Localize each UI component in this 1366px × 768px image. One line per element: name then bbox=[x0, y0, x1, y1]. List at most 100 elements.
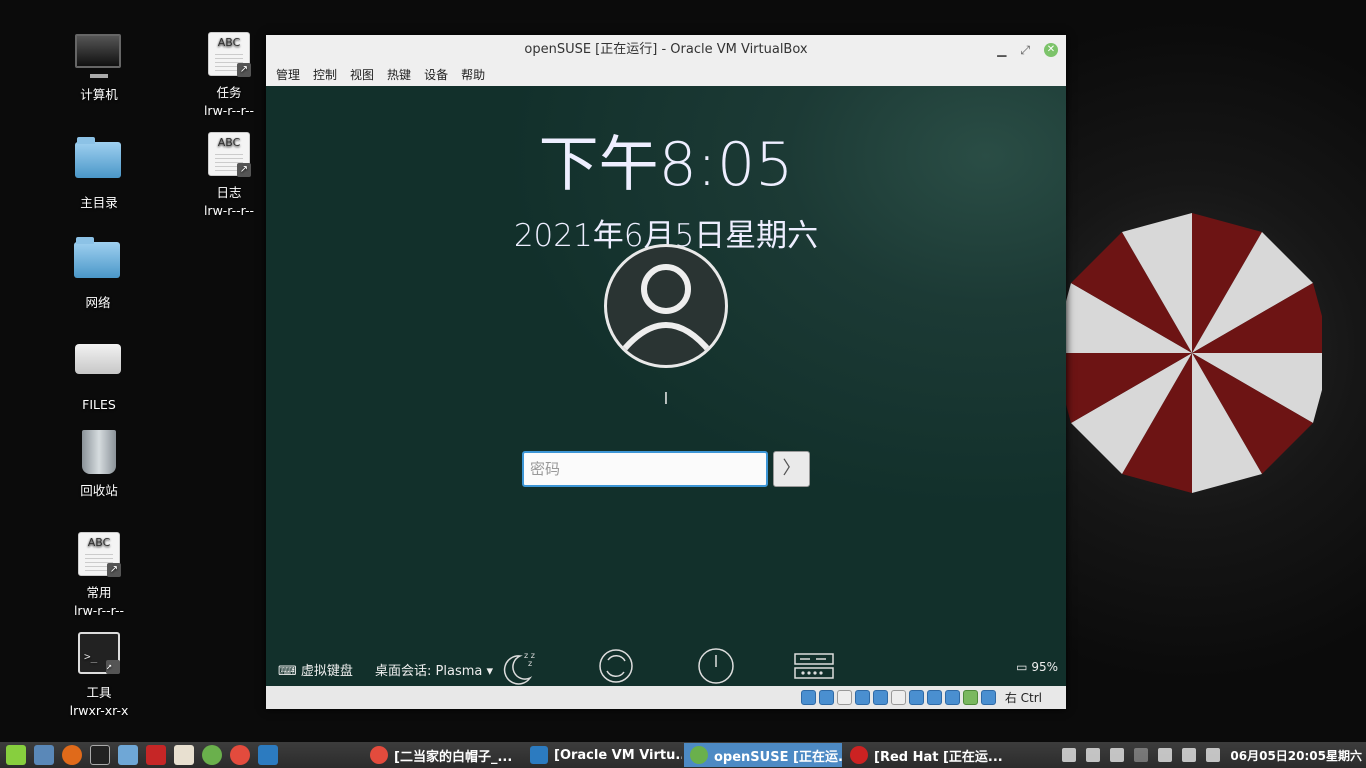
mint-menu-icon[interactable] bbox=[6, 745, 26, 765]
files-icon[interactable] bbox=[118, 745, 138, 765]
close-button[interactable]: ✕ bbox=[1044, 43, 1058, 57]
wifi-icon[interactable] bbox=[1158, 748, 1173, 762]
task-opensuse[interactable]: openSUSE [正在运... bbox=[684, 743, 842, 767]
desktop-icon-label: 网络 bbox=[85, 295, 111, 310]
trash-icon bbox=[75, 430, 123, 478]
opensuse-vm-icon[interactable] bbox=[202, 745, 222, 765]
battery-icon[interactable] bbox=[1206, 748, 1221, 762]
login-bottom-bar: ⌨ 虚拟键盘 桌面会话: Plasma ▾ z z z ▭ 95% bbox=[266, 646, 1066, 686]
java-icon[interactable] bbox=[174, 745, 194, 765]
input-method-icon[interactable] bbox=[1086, 748, 1101, 762]
restart-icon[interactable] bbox=[596, 646, 636, 686]
task-virtualbox-manager[interactable]: [Oracle VM Virtu... bbox=[524, 743, 682, 767]
window-titlebar[interactable]: openSUSE [正在运行] - Oracle VM VirtualBox ▁… bbox=[266, 35, 1066, 65]
menu-view[interactable]: 视图 bbox=[350, 65, 374, 86]
virtual-keyboard-button[interactable]: ⌨ 虚拟键盘 bbox=[278, 660, 353, 679]
system-tray: 06月05日20:05星期六 bbox=[1062, 742, 1362, 768]
desktop-icon-permissions: lrw-r--r-- bbox=[73, 603, 125, 618]
chevron-down-icon: ▾ bbox=[486, 664, 494, 679]
shutdown-icon[interactable] bbox=[696, 646, 736, 686]
audio-icon[interactable] bbox=[836, 690, 852, 705]
redhat-vm-icon bbox=[850, 746, 868, 764]
desktop-icon-permissions: lrw-r--r-- bbox=[203, 103, 255, 118]
desktop-icon-common[interactable]: ABC ↗ 常用 lrw-r--r-- bbox=[59, 532, 139, 620]
video-capture-icon[interactable] bbox=[926, 690, 942, 705]
virtualbox-icon bbox=[530, 746, 548, 764]
chrome-icon[interactable] bbox=[230, 745, 250, 765]
menu-help[interactable]: 帮助 bbox=[461, 65, 485, 86]
shared-folders-icon[interactable] bbox=[890, 690, 906, 705]
desktop-icon-log[interactable]: ABC ↗ 日志 lrw-r--r-- bbox=[189, 132, 269, 220]
menu-machine[interactable]: 管理 bbox=[276, 65, 300, 86]
text-file-icon: ABC ↗ bbox=[205, 32, 253, 80]
drive-icon bbox=[75, 344, 123, 392]
desktop-icon-label: 计算机 bbox=[80, 87, 118, 102]
usb-icon[interactable] bbox=[872, 690, 888, 705]
desktop-icon-label: 日志 bbox=[216, 185, 242, 200]
host-key-label: 右 Ctrl bbox=[1004, 691, 1042, 705]
desktop-icon-label: 常用 bbox=[86, 585, 112, 600]
network-icon[interactable] bbox=[854, 690, 870, 705]
desktop-icon-label: FILES bbox=[82, 397, 116, 412]
desktop-icon-home[interactable]: 主目录 bbox=[59, 134, 139, 212]
vm-statusbar: 右 Ctrl bbox=[266, 686, 1066, 709]
login-submit-button[interactable]: 〉 bbox=[773, 451, 810, 487]
menu-hotkeys[interactable]: 热键 bbox=[387, 65, 411, 86]
desktop-icon-trash[interactable]: 回收站 bbox=[59, 428, 139, 500]
hard-disk-icon[interactable] bbox=[800, 690, 816, 705]
task-redhat[interactable]: [Red Hat [正在运... bbox=[844, 743, 1002, 767]
umbrella-logo-wallpaper bbox=[1062, 213, 1322, 493]
desktop-icon-network[interactable]: 网络 bbox=[58, 234, 138, 312]
text-file-icon: ABC ↗ bbox=[205, 132, 253, 180]
bluetooth-icon[interactable] bbox=[1134, 748, 1149, 762]
desktop-icon-label: 主目录 bbox=[80, 195, 118, 210]
chrome-icon bbox=[370, 746, 388, 764]
minimize-button[interactable]: ▁ bbox=[997, 35, 1006, 65]
keyboard-capture-icon[interactable] bbox=[980, 690, 996, 705]
menubar: 管理 控制 视图 热键 设备 帮助 bbox=[266, 65, 1066, 86]
desktop-icon-label: 任务 bbox=[216, 85, 242, 100]
desktop-icon-label: 回收站 bbox=[80, 483, 118, 498]
user-avatar-icon[interactable] bbox=[604, 244, 728, 368]
guest-login-screen[interactable]: 下午8:05 2021年6月5日星期六 l 密码 〉 ⌨ 虚拟键盘 桌面会话: … bbox=[266, 86, 1066, 686]
maximize-button[interactable]: ⤢ bbox=[1020, 35, 1030, 65]
workspace-icon[interactable] bbox=[1062, 748, 1077, 762]
svg-text:z: z bbox=[528, 659, 532, 668]
taskbar: [二当家的白帽子_... [Oracle VM Virtu... openSUS… bbox=[0, 742, 1366, 768]
display-icon[interactable] bbox=[908, 690, 924, 705]
virtualbox-window: openSUSE [正在运行] - Oracle VM VirtualBox ▁… bbox=[266, 35, 1066, 709]
home-folder-icon bbox=[75, 137, 123, 190]
desktop-icon-files[interactable]: FILES bbox=[59, 332, 139, 414]
window-title: openSUSE [正在运行] - Oracle VM VirtualBox bbox=[524, 42, 808, 57]
desktop-icon-tasks[interactable]: ABC ↗ 任务 lrw-r--r-- bbox=[189, 32, 269, 120]
suspend-icon[interactable]: z z z bbox=[498, 646, 538, 686]
virtualbox-icon[interactable] bbox=[258, 745, 278, 765]
username-label: l bbox=[663, 389, 669, 408]
terminal-icon[interactable] bbox=[90, 745, 110, 765]
password-input[interactable]: 密码 bbox=[522, 451, 768, 487]
text-file-icon: ABC ↗ bbox=[75, 532, 123, 580]
opensuse-vm-icon bbox=[690, 746, 708, 764]
menu-devices[interactable]: 设备 bbox=[424, 65, 448, 86]
desktop-icon-permissions: lrw-r--r-- bbox=[203, 203, 255, 218]
desktop-icon-computer[interactable]: 计算机 bbox=[59, 30, 139, 104]
tray-clock[interactable]: 06月05日20:05星期六 bbox=[1230, 747, 1362, 764]
battery-indicator: ▭ 95% bbox=[1016, 660, 1058, 674]
battery-icon: ▭ bbox=[1016, 660, 1032, 674]
task-chrome[interactable]: [二当家的白帽子_... bbox=[364, 743, 522, 767]
network-folder-icon bbox=[74, 237, 122, 290]
cpu-icon[interactable] bbox=[944, 690, 960, 705]
session-selector[interactable]: 桌面会话: Plasma ▾ bbox=[375, 660, 493, 679]
show-desktop-icon[interactable] bbox=[34, 745, 54, 765]
desktop-icon-label: 工具 bbox=[86, 685, 112, 700]
firefox-icon[interactable] bbox=[62, 745, 82, 765]
switch-layout-icon[interactable] bbox=[794, 646, 834, 686]
optical-drive-icon[interactable] bbox=[818, 690, 834, 705]
volume-icon[interactable] bbox=[1182, 748, 1197, 762]
mouse-integration-icon[interactable] bbox=[962, 690, 978, 705]
keyboard-icon[interactable] bbox=[1110, 748, 1125, 762]
desktop-icon-tools[interactable]: >_ ↗ 工具 lrwxr-xr-x bbox=[59, 632, 139, 720]
redhat-vm-icon[interactable] bbox=[146, 745, 166, 765]
desktop-icon-permissions: lrwxr-xr-x bbox=[69, 703, 129, 718]
menu-control[interactable]: 控制 bbox=[313, 65, 337, 86]
